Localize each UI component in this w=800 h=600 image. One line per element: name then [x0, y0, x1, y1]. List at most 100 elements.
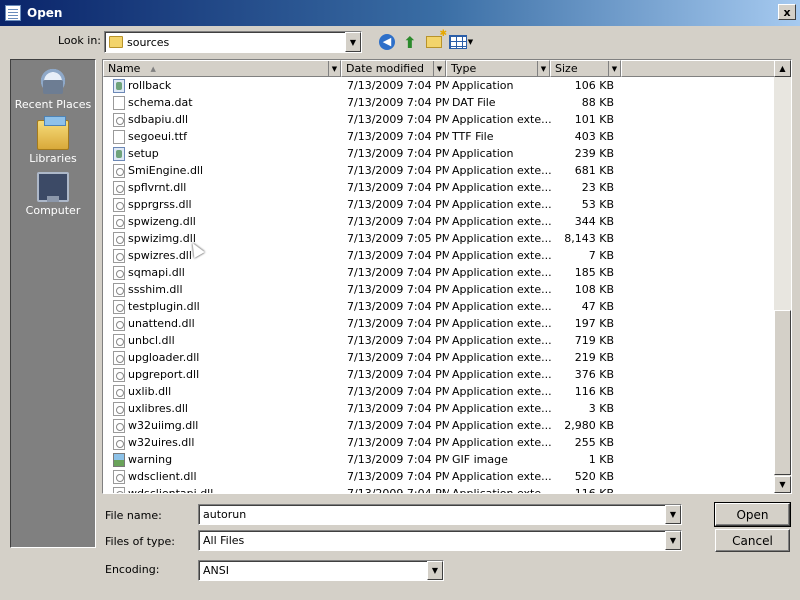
file-row[interactable]: unattend.dll 7/13/2009 7:04 PM Application… [103, 315, 775, 332]
libraries-icon [37, 116, 69, 150]
file-name: spwizres.dll [128, 249, 192, 262]
file-row[interactable]: sdbapiu.dll 7/13/2009 7:04 PM Application … [103, 111, 775, 128]
file-row[interactable]: wdsclient.dll 7/13/2009 7:04 PM Applicatio… [103, 468, 775, 485]
file-row[interactable]: sqmapi.dll 7/13/2009 7:04 PM Application e… [103, 264, 775, 281]
cancel-button[interactable]: Cancel [715, 529, 790, 552]
file-date: 7/13/2009 7:04 PM [347, 368, 449, 381]
close-button[interactable]: x [778, 4, 796, 20]
chevron-down-icon[interactable]: ▼ [328, 61, 340, 76]
chevron-down-icon[interactable]: ▼ [665, 531, 681, 550]
file-row[interactable]: unbcl.dll 7/13/2009 7:04 PM Application ex… [103, 332, 775, 349]
file-row[interactable]: ssshim.dll 7/13/2009 7:04 PM Application e… [103, 281, 775, 298]
column-header-date[interactable]: Date modified ▼ [341, 60, 446, 77]
file-type: Application exte... [452, 470, 552, 483]
file-row[interactable]: upgreport.dll 7/13/2009 7:04 PM Applicatio… [103, 366, 775, 383]
view-menu-button[interactable]: ▼ [448, 33, 474, 51]
file-row[interactable]: spflvrnt.dll 7/13/2009 7:04 PM Application… [103, 179, 775, 196]
file-type: Application exte... [452, 113, 552, 126]
file-type: DAT File [452, 96, 496, 109]
dll-file-icon [113, 197, 125, 212]
file-size: 101 KB [574, 113, 614, 126]
window-title: Open [27, 6, 63, 20]
column-header-type[interactable]: Type ▼ [446, 60, 550, 77]
file-name-cell: SmiEngine.dll [103, 163, 344, 178]
file-size: 8,143 KB [564, 232, 614, 245]
scroll-thumb[interactable] [774, 310, 791, 475]
scroll-down-button[interactable]: ▼ [774, 476, 791, 493]
chevron-down-icon[interactable]: ▼ [537, 61, 549, 76]
file-date: 7/13/2009 7:04 PM [347, 79, 449, 92]
chevron-down-icon[interactable]: ▼ [427, 561, 443, 580]
file-name-cell: spwizimg.dll [103, 231, 344, 246]
filetype-select[interactable]: All Files ▼ [198, 530, 682, 551]
file-name-cell: w32uiimg.dll [103, 418, 344, 433]
file-row[interactable]: segoeui.ttf 7/13/2009 7:04 PM TTF File 403 … [103, 128, 775, 145]
file-row[interactable]: testplugin.dll 7/13/2009 7:04 PM Applicati… [103, 298, 775, 315]
vertical-scrollbar[interactable]: ▲ ▼ [774, 60, 791, 493]
filetype-value: All Files [203, 534, 245, 547]
place-recent-places[interactable]: Recent Places [11, 66, 95, 111]
file-row[interactable]: uxlib.dll 7/13/2009 7:04 PM Application ex… [103, 383, 775, 400]
up-folder-button[interactable]: ⬆ [400, 33, 420, 52]
file-name: upgloader.dll [128, 351, 200, 364]
file-date: 7/13/2009 7:04 PM [347, 436, 449, 449]
file-icon [113, 129, 125, 144]
file-name: wdsclientapi.dll [128, 487, 214, 494]
column-header-name[interactable]: Name ▲ ▼ [103, 60, 341, 77]
place-libraries[interactable]: Libraries [11, 116, 95, 165]
file-type: Application exte... [452, 232, 552, 245]
file-name-cell: spflvrnt.dll [103, 180, 344, 195]
chevron-down-icon[interactable]: ▼ [608, 61, 620, 76]
file-list[interactable]: Name ▲ ▼ Date modified ▼ Type ▼ Size ▼ r… [102, 59, 792, 494]
encoding-select[interactable]: ANSI ▼ [198, 560, 444, 581]
file-size: 108 KB [574, 283, 614, 296]
file-row[interactable]: w32uires.dll 7/13/2009 7:04 PM Application… [103, 434, 775, 451]
scroll-up-button[interactable]: ▲ [774, 60, 791, 77]
file-row[interactable]: uxlibres.dll 7/13/2009 7:04 PM Application… [103, 400, 775, 417]
file-type: Application exte... [452, 215, 552, 228]
file-name: testplugin.dll [128, 300, 200, 313]
file-row[interactable]: schema.dat 7/13/2009 7:04 PM DAT File 88 KB [103, 94, 775, 111]
file-name-cell: warning [103, 452, 344, 467]
new-folder-button[interactable] [424, 29, 447, 51]
file-row[interactable]: SmiEngine.dll 7/13/2009 7:04 PM Applicatio… [103, 162, 775, 179]
file-row[interactable]: wdsclientapi.dll 7/13/2009 7:04 PM Applica… [103, 485, 775, 494]
file-name-cell: uxlibres.dll [103, 401, 344, 416]
file-name: uxlibres.dll [128, 402, 188, 415]
file-row[interactable]: spprgrss.dll 7/13/2009 7:04 PM Application… [103, 196, 775, 213]
folder-icon [109, 36, 123, 48]
file-name-cell: sqmapi.dll [103, 265, 344, 280]
file-row[interactable]: rollback 7/13/2009 7:04 PM Application 106 … [103, 77, 775, 94]
file-name-cell: segoeui.ttf [103, 129, 344, 144]
file-row[interactable]: upgloader.dll 7/13/2009 7:04 PM Applicatio… [103, 349, 775, 366]
file-row[interactable]: warning 7/13/2009 7:04 PM GIF image 1 KB [103, 451, 775, 468]
column-label: Size [555, 62, 578, 75]
file-size: 2,980 KB [564, 419, 614, 432]
file-date: 7/13/2009 7:04 PM [347, 266, 449, 279]
file-type: Application exte... [452, 402, 552, 415]
dll-file-icon [113, 316, 125, 331]
file-row[interactable]: setup 7/13/2009 7:04 PM Application 239 KB [103, 145, 775, 162]
open-button[interactable]: Open [714, 502, 791, 527]
file-row[interactable]: spwizimg.dll 7/13/2009 7:05 PM Application… [103, 230, 775, 247]
filename-label: File name: [105, 509, 162, 522]
filename-input[interactable] [199, 506, 665, 523]
chevron-down-icon[interactable]: ▼ [665, 505, 681, 524]
dll-file-icon [113, 333, 125, 348]
file-date: 7/13/2009 7:04 PM [347, 249, 449, 262]
back-button[interactable]: ◀ [377, 33, 397, 51]
chevron-down-icon[interactable]: ▼ [433, 61, 445, 76]
file-name-cell: unattend.dll [103, 316, 344, 331]
chevron-down-icon[interactable]: ▼ [345, 32, 361, 52]
file-row[interactable]: w32uiimg.dll 7/13/2009 7:04 PM Application… [103, 417, 775, 434]
place-computer[interactable]: Computer [11, 172, 95, 217]
dll-file-icon [113, 163, 125, 178]
filename-combobox[interactable]: ▼ [198, 504, 682, 525]
lookin-combobox[interactable]: sources ▼ [104, 31, 362, 53]
view-menu-icon [448, 35, 467, 49]
file-name: wdsclient.dll [128, 470, 197, 483]
column-header-size[interactable]: Size ▼ [550, 60, 621, 77]
file-date: 7/13/2009 7:04 PM [347, 334, 449, 347]
file-row[interactable]: spwizeng.dll 7/13/2009 7:04 PM Application… [103, 213, 775, 230]
file-icon [113, 95, 125, 110]
